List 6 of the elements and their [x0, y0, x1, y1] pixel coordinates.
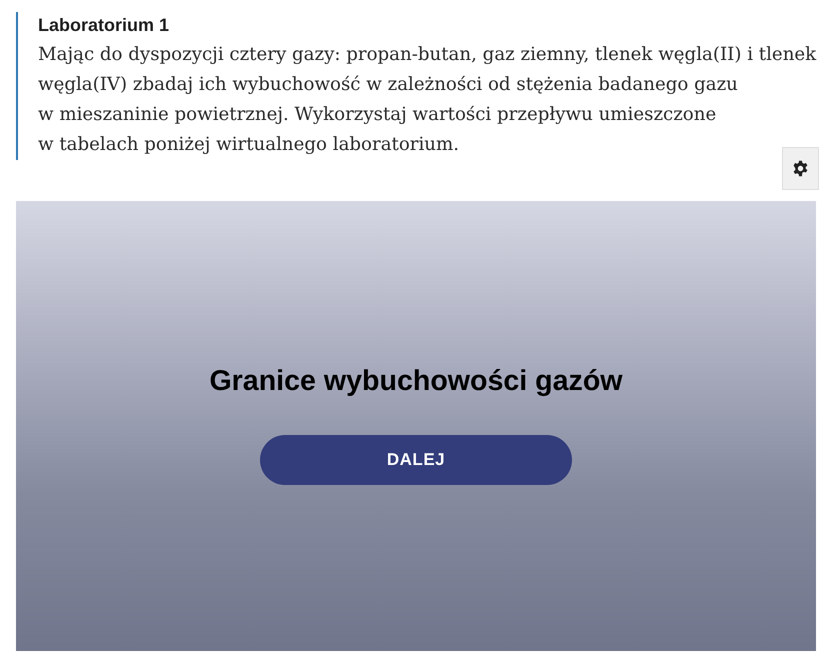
settings-icon [792, 160, 809, 177]
settings-button[interactable] [782, 147, 819, 190]
next-button[interactable]: DALEJ [260, 435, 572, 485]
lab-title: Granice wybuchowości gazów [209, 364, 623, 399]
exercise-title: Laboratorium 1 [38, 14, 170, 36]
exercise-text: Mając do dyspozycji cztery gazy: propan-butan, gaz ziemny, tlenek węgla(II) i tlenek węgla(IV) zbadaj ich wybuchowość w zależności od stężenia badanego gazu w mieszaninie powietrznej. Wykorzystaj wartości przepływu umieszczone w tabelach poniżej wirtualnego laboratorium. [38, 43, 818, 157]
